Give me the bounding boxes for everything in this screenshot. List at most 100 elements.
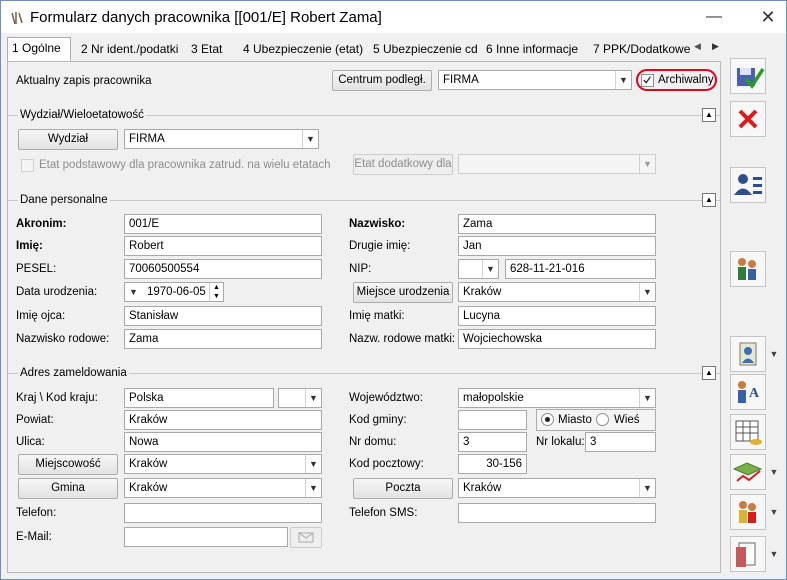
ulica-input[interactable]: Nowa [124, 432, 322, 452]
etat-podstawowy-checkbox[interactable] [21, 159, 34, 172]
drugie-imie-input[interactable]: Jan [458, 236, 656, 256]
chart-dropdown-icon[interactable]: ▼ [767, 454, 781, 490]
chevron-down-icon[interactable]: ▼ [639, 283, 655, 301]
kraj-input[interactable]: Polska [124, 388, 274, 408]
nip-prefix-select[interactable]: ▼ [458, 259, 499, 279]
table-coins-icon [735, 420, 762, 445]
chevron-down-icon[interactable]: ▼ [639, 155, 655, 173]
chevron-down-icon[interactable]: ▼ [305, 479, 321, 497]
title-bar: Formularz danych pracownika [[001/E] Rob… [1, 1, 786, 33]
nr-lokalu-label: Nr lokalu: [536, 436, 585, 448]
nr-domu-input[interactable]: 3 [458, 432, 527, 452]
telefon-input[interactable] [124, 503, 322, 523]
chevron-down-icon[interactable]: ▼ [302, 130, 318, 148]
table-button[interactable] [730, 414, 766, 450]
miejsce-urodzenia-button[interactable]: Miejsce urodzenia [353, 282, 453, 303]
wydzial-select[interactable]: FIRMA ▼ [124, 129, 319, 149]
tab-ubezpieczenie-etat[interactable]: 4 Ubezpieczenie (etat) [239, 39, 367, 61]
kod-pocztowy-input[interactable]: 30-156 [458, 454, 527, 474]
employee-card-button[interactable] [730, 167, 766, 203]
kod-kraju-select[interactable]: ▼ [278, 388, 322, 408]
nazwisko-rodowe-input[interactable]: Zama [124, 329, 322, 349]
text-document-button[interactable]: A [730, 374, 766, 410]
collapse-address-icon[interactable]: ▲ [702, 366, 716, 380]
powiat-label: Powiat: [16, 414, 54, 426]
powiat-input[interactable]: Kraków [124, 410, 322, 430]
documents-dropdown-icon[interactable]: ▼ [767, 536, 781, 572]
imie-ojca-label: Imię ojca: [16, 310, 66, 322]
wies-radio[interactable] [596, 413, 609, 426]
chevron-down-icon[interactable]: ▼ [305, 389, 321, 407]
nr-lokalu-input[interactable]: 3 [585, 432, 656, 452]
telefon-sms-input[interactable] [458, 503, 656, 523]
centrum-podleglosci-button[interactable]: Centrum podległ. [332, 70, 432, 91]
tab-scroll-right-icon[interactable]: ▶ [712, 41, 719, 52]
imie-input[interactable]: Robert [124, 236, 322, 256]
people-list-button[interactable] [730, 494, 766, 530]
employee-form-window: Formularz danych pracownika [[001/E] Rob… [0, 0, 787, 580]
centrum-select[interactable]: FIRMA ▼ [438, 70, 632, 90]
close-window-button[interactable]: ✕ [758, 7, 778, 27]
chevron-down-icon[interactable]: ▼ [639, 479, 655, 497]
email-input[interactable] [124, 527, 288, 547]
wydzial-button[interactable]: Wydział [18, 129, 118, 150]
miejscowosc-select[interactable]: Kraków ▼ [124, 454, 322, 474]
chevron-down-icon[interactable]: ▼ [482, 260, 498, 278]
pesel-input[interactable]: 70060500554 [124, 259, 322, 279]
nazwisko-input[interactable]: Zama [458, 214, 656, 234]
imie-label: Imię: [16, 240, 43, 252]
minimize-button[interactable]: — [704, 7, 724, 27]
kod-gminy-input[interactable] [458, 410, 527, 430]
gmina-select[interactable]: Kraków ▼ [124, 478, 322, 498]
save-button[interactable] [730, 58, 766, 94]
archiwalny-checkbox[interactable] [641, 74, 654, 87]
akronim-label: Akronim: [16, 218, 67, 230]
chevron-down-icon[interactable]: ▼ [305, 455, 321, 473]
etat-dodatkowy-select[interactable]: ▼ [458, 154, 656, 174]
tab-scroll-left-icon[interactable]: ◀ [694, 41, 701, 52]
telefon-label: Telefon: [16, 507, 57, 519]
family-members-button[interactable] [730, 251, 766, 287]
poczta-button[interactable]: Poczta [353, 478, 453, 499]
chevron-down-icon[interactable]: ▼ [615, 71, 631, 89]
poczta-select[interactable]: Kraków ▼ [458, 478, 656, 498]
tab-ppk[interactable]: 7 PPK/Dodatkowe [589, 39, 694, 61]
data-urodzenia-input[interactable]: ▼ 1970-06-05 ▲ ▼ [124, 282, 224, 302]
date-spinner-icon[interactable]: ▲ ▼ [209, 283, 223, 301]
send-email-button[interactable] [290, 527, 322, 548]
tab-etat[interactable]: 3 Etat [187, 39, 226, 61]
miasto-radio[interactable] [541, 413, 554, 426]
miejsce-urodzenia-select[interactable]: Kraków ▼ [458, 282, 656, 302]
close-x-icon [738, 109, 758, 129]
imie-ojca-input[interactable]: Stanisław [124, 306, 322, 326]
chart-map-button[interactable] [730, 454, 766, 490]
wojewodztwo-select[interactable]: małopolskie ▼ [458, 388, 656, 408]
personal-section-title: Dane personalne [18, 193, 110, 207]
cancel-button[interactable] [730, 101, 766, 137]
nip-input[interactable]: 628-11-21-016 [505, 259, 656, 279]
documents-button[interactable] [730, 536, 766, 572]
imie-matki-input[interactable]: Lucyna [458, 306, 656, 326]
tab-inne-informacje[interactable]: 6 Inne informacje [482, 39, 582, 61]
collapse-wydzial-icon[interactable]: ▲ [702, 108, 716, 122]
akronim-input[interactable]: 001/E [124, 214, 322, 234]
nazwisko-label: Nazwisko: [349, 218, 406, 230]
photo-dropdown-icon[interactable]: ▼ [767, 336, 781, 372]
address-section-title: Adres zameldowania [18, 366, 129, 380]
miejscowosc-button[interactable]: Miejscowość [18, 454, 118, 475]
kod-gminy-label: Kod gminy: [349, 414, 407, 426]
tab-ogolne[interactable]: 1 Ogólne [7, 37, 71, 62]
etat-dodatkowy-button[interactable]: Etat dodatkowy dla [353, 154, 453, 175]
people-dropdown-icon[interactable]: ▼ [767, 494, 781, 530]
nazwisko-rodowe-matki-input[interactable]: Wojciechowska [458, 329, 656, 349]
calendar-dropdown-icon[interactable]: ▼ [129, 283, 138, 301]
tab-ubezpieczenie-cd[interactable]: 5 Ubezpieczenie cd [369, 39, 482, 61]
photo-button[interactable] [730, 336, 766, 372]
telefon-sms-label: Telefon SMS: [349, 507, 418, 519]
gmina-value: Kraków [129, 482, 168, 494]
tab-nr-ident[interactable]: 2 Nr ident./podatki [77, 39, 182, 61]
map-chart-icon [732, 462, 763, 482]
collapse-personal-icon[interactable]: ▲ [702, 193, 716, 207]
chevron-down-icon[interactable]: ▼ [639, 389, 655, 407]
gmina-button[interactable]: Gmina [18, 478, 118, 499]
